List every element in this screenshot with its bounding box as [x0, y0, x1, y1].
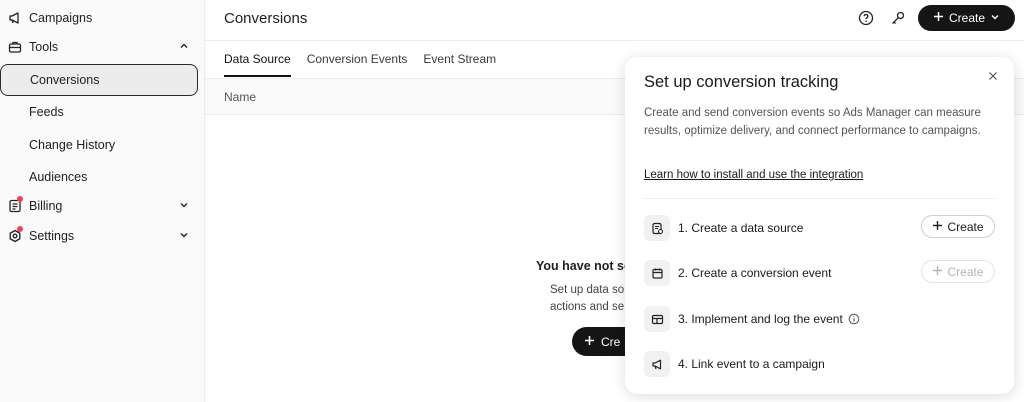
sidebar-item-label: Tools [29, 40, 59, 54]
create-button[interactable]: Create [918, 5, 1015, 31]
empty-state-desc-line: actions and se [550, 301, 625, 313]
megaphone-icon [7, 10, 23, 26]
empty-state-description: Set up data so actions and se [550, 282, 624, 316]
step-label: 3. Implement and log the event [678, 312, 843, 326]
sidebar-item-audiences[interactable]: Audiences [0, 163, 205, 191]
chevron-down-icon [177, 198, 191, 212]
column-header-name[interactable]: Name [224, 90, 256, 104]
sidebar-item-settings[interactable]: Settings [0, 222, 205, 250]
step-create-conversion-event: 2. Create a conversion event Create [644, 259, 995, 287]
plus-icon [932, 220, 943, 234]
create-button-label: Create [948, 11, 986, 25]
plus-icon [933, 11, 944, 25]
step-button-label: Create [947, 219, 984, 234]
panel-description: Create and send conversion events so Ads… [644, 107, 981, 137]
help-icon[interactable] [857, 9, 875, 27]
panel-title: Set up conversion tracking [644, 73, 839, 91]
plus-icon [932, 265, 943, 279]
notification-dot [17, 226, 23, 232]
setup-panel: Set up conversion tracking Create and se… [625, 57, 1014, 394]
sidebar-item-label: Settings [29, 229, 75, 243]
sidebar-item-label: Conversions [30, 73, 100, 87]
sidebar-item-feeds[interactable]: Feeds [0, 98, 205, 126]
create-data-source-button[interactable]: Create [921, 215, 995, 238]
info-icon[interactable] [848, 313, 860, 325]
sidebar-item-change-history[interactable]: Change History [0, 131, 205, 159]
empty-state-title: You have not se [536, 259, 631, 273]
step-create-data-source: 1. Create a data source Create [644, 214, 995, 242]
sidebar: Campaigns Tools Conversions Feeds Change… [0, 0, 205, 402]
notification-dot [17, 196, 23, 202]
plus-icon [584, 335, 595, 349]
step-label: 4. Link event to a campaign [678, 357, 825, 371]
header-divider [205, 40, 1024, 41]
tab-data-source[interactable]: Data Source [224, 52, 291, 77]
step-implement-event: 3. Implement and log the event [644, 305, 995, 333]
page-title: Conversions [224, 10, 308, 27]
sidebar-item-conversions[interactable]: Conversions [0, 64, 198, 96]
tab-bar: Data Source Conversion Events Event Stre… [224, 52, 512, 77]
data-source-icon [644, 215, 670, 241]
calendar-icon [644, 260, 670, 286]
sidebar-item-billing[interactable]: Billing [0, 192, 205, 220]
sidebar-item-campaigns[interactable]: Campaigns [0, 4, 205, 32]
toolbox-icon [7, 39, 23, 55]
chevron-down-icon [990, 11, 1000, 25]
integration-guide-link[interactable]: Learn how to install and use the integra… [644, 169, 863, 181]
megaphone-icon [644, 351, 670, 377]
panel-divider [644, 198, 995, 199]
sidebar-item-label: Campaigns [29, 11, 93, 25]
step-label: 2. Create a conversion event [678, 266, 832, 280]
key-icon[interactable] [889, 9, 907, 27]
layout-icon [644, 306, 670, 332]
close-icon[interactable] [986, 69, 1000, 83]
tab-conversion-events[interactable]: Conversion Events [307, 52, 408, 77]
create-conversion-event-button[interactable]: Create [921, 260, 995, 283]
sidebar-item-tools[interactable]: Tools [0, 33, 205, 61]
chevron-up-icon [177, 39, 191, 53]
step-label: 1. Create a data source [678, 221, 804, 235]
empty-state-desc-line: Set up data so [550, 284, 625, 296]
step-button-label: Create [947, 264, 984, 279]
sidebar-item-label: Change History [29, 138, 116, 152]
create-button-label: Cre [601, 334, 621, 349]
tab-event-stream[interactable]: Event Stream [423, 52, 496, 77]
sidebar-item-label: Audiences [29, 170, 88, 184]
sidebar-item-label: Billing [29, 199, 63, 213]
chevron-down-icon [177, 228, 191, 242]
sidebar-item-label: Feeds [29, 105, 64, 119]
step-link-campaign: 4. Link event to a campaign [644, 350, 995, 378]
